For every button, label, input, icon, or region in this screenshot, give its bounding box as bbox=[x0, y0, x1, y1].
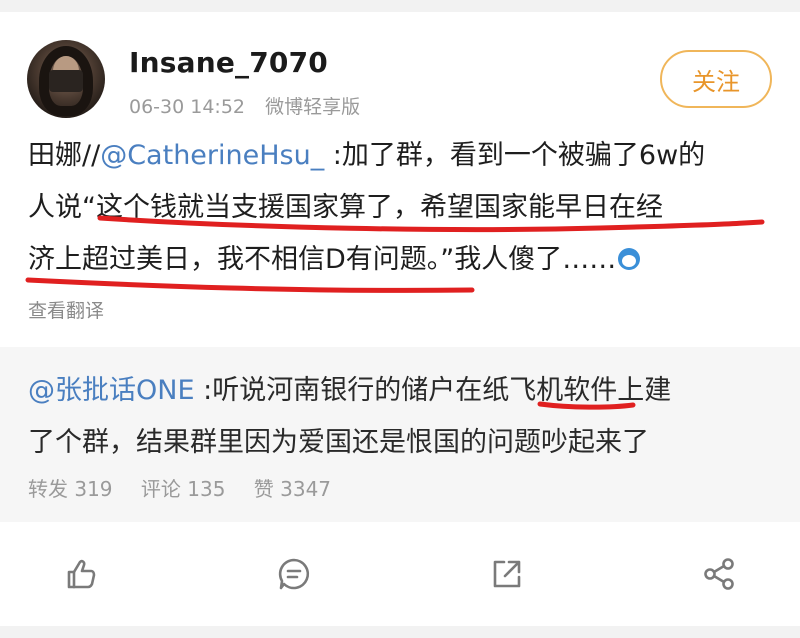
text-line-2: 人说“这个钱就当支援国家算了，希望国家能早日在经 bbox=[28, 192, 663, 223]
follow-button[interactable]: 关注 bbox=[660, 50, 772, 108]
mention-link[interactable]: @CatherineHsu_ bbox=[100, 140, 324, 171]
post-meta: 06-30 14:52 微博轻享版 bbox=[129, 92, 360, 119]
post-text: 田娜//@CatherineHsu_ :加了群，看到一个被骗了6w的 人说“这个… bbox=[28, 130, 778, 286]
repost-count[interactable]: 转发 319 bbox=[28, 477, 113, 501]
bottom-divider bbox=[0, 626, 800, 638]
top-divider bbox=[0, 0, 800, 12]
username[interactable]: Insane_7070 bbox=[129, 46, 328, 79]
doraemon-emoji-icon bbox=[618, 248, 641, 270]
share-icon[interactable] bbox=[485, 552, 529, 596]
repost-text: @张批话ONE :听说河南银行的储户在纸飞机软件上建 了个群，结果群里因为爱国还… bbox=[28, 365, 778, 469]
comment-icon[interactable] bbox=[272, 552, 316, 596]
action-bar bbox=[0, 522, 800, 626]
avatar[interactable] bbox=[27, 40, 105, 118]
repost-line-2: 了个群，结果群里因为爱国还是恨国的问题吵起来了 bbox=[28, 427, 649, 458]
text-line-3: 济上超过美日，我不相信D有问题。”我人傻了…… bbox=[28, 244, 617, 275]
text-line-1: :加了群，看到一个被骗了6w的 bbox=[324, 140, 706, 171]
translate-link[interactable]: 查看翻译 bbox=[28, 296, 104, 323]
forward-icon[interactable] bbox=[697, 552, 741, 596]
text-prefix: 田娜// bbox=[28, 140, 101, 171]
repost-card[interactable]: @张批话ONE :听说河南银行的储户在纸飞机软件上建 了个群，结果群里因为爱国还… bbox=[0, 347, 800, 522]
post-source: 微博轻享版 bbox=[265, 96, 361, 118]
like-count[interactable]: 赞 3347 bbox=[254, 477, 331, 501]
thumbs-up-icon[interactable] bbox=[59, 552, 103, 596]
repost-mention-link[interactable]: @张批话ONE bbox=[28, 375, 195, 406]
repost-stats: 转发 319 评论 135 赞 3347 bbox=[28, 473, 331, 502]
comment-count[interactable]: 评论 135 bbox=[141, 477, 226, 501]
repost-line-1: :听说河南银行的储户在纸飞机软件上建 bbox=[194, 375, 672, 406]
post-timestamp: 06-30 14:52 bbox=[129, 96, 246, 118]
